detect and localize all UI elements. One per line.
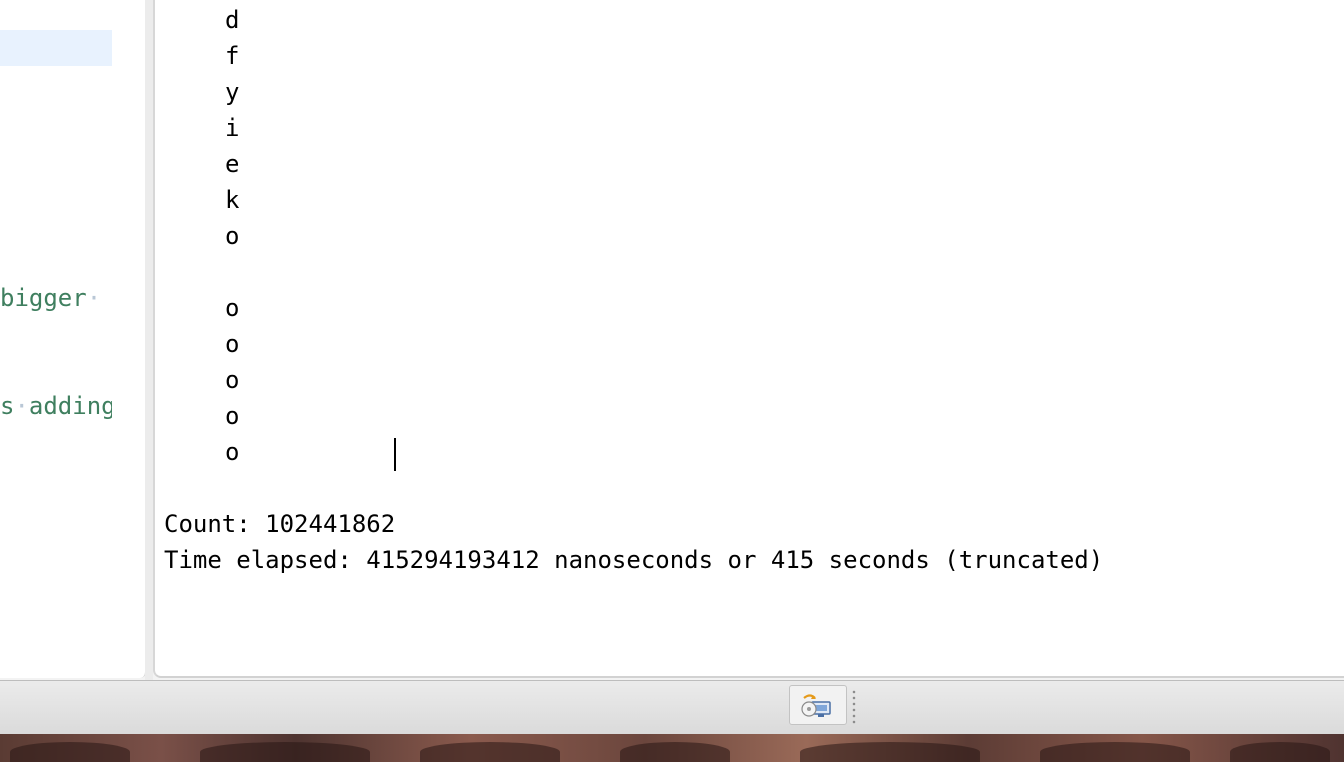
current-line-highlight xyxy=(0,30,112,66)
console-output[interactable]: d f y i e k o o o o o o Count: 102441862… xyxy=(153,0,1344,678)
status-bar xyxy=(0,680,1344,735)
console-char-line: e xyxy=(225,150,240,178)
code-token: adding xyxy=(28,392,112,420)
status-trim-button[interactable] xyxy=(789,685,847,725)
code-token: bigger xyxy=(0,284,87,312)
code-token: s xyxy=(0,392,15,420)
desktop-rock-shape xyxy=(10,742,130,762)
console-char-line: k xyxy=(225,186,240,214)
desktop-rock-shape xyxy=(420,742,560,762)
desktop-rock-shape xyxy=(1040,742,1190,762)
whitespace-marker: · xyxy=(14,392,29,420)
console-char-line: o xyxy=(225,438,240,466)
desktop-rock-shape xyxy=(800,742,980,762)
count-output: Count: 102441862 xyxy=(164,510,396,538)
editor-code-line[interactable]: s·adding xyxy=(0,390,112,422)
pane-divider[interactable] xyxy=(145,0,153,680)
console-char-line: o xyxy=(225,222,240,250)
desktop-rock-shape xyxy=(620,742,730,762)
editor-code-line[interactable]: bigger· xyxy=(0,282,112,314)
console-char-line: o xyxy=(225,294,240,322)
sync-monitor-icon xyxy=(801,694,831,717)
console-char-line: o xyxy=(225,330,240,358)
grip-dots-icon[interactable] xyxy=(852,689,856,725)
text-caret xyxy=(394,438,396,471)
desktop-background xyxy=(0,734,1344,762)
console-char-line: o xyxy=(225,402,240,430)
console-char-line: d xyxy=(225,6,240,34)
console-char-line: f xyxy=(225,42,240,70)
console-char-line: o xyxy=(225,366,240,394)
console-char-line: y xyxy=(225,78,240,106)
desktop-rock-shape xyxy=(200,742,370,762)
editor-pane[interactable]: bigger· s·adding xyxy=(0,0,146,678)
desktop-rock-shape xyxy=(1230,742,1330,762)
time-elapsed-output: Time elapsed: 415294193412 nanoseconds o… xyxy=(164,546,1104,574)
console-char-line: i xyxy=(225,114,240,142)
whitespace-marker: · xyxy=(86,284,102,312)
